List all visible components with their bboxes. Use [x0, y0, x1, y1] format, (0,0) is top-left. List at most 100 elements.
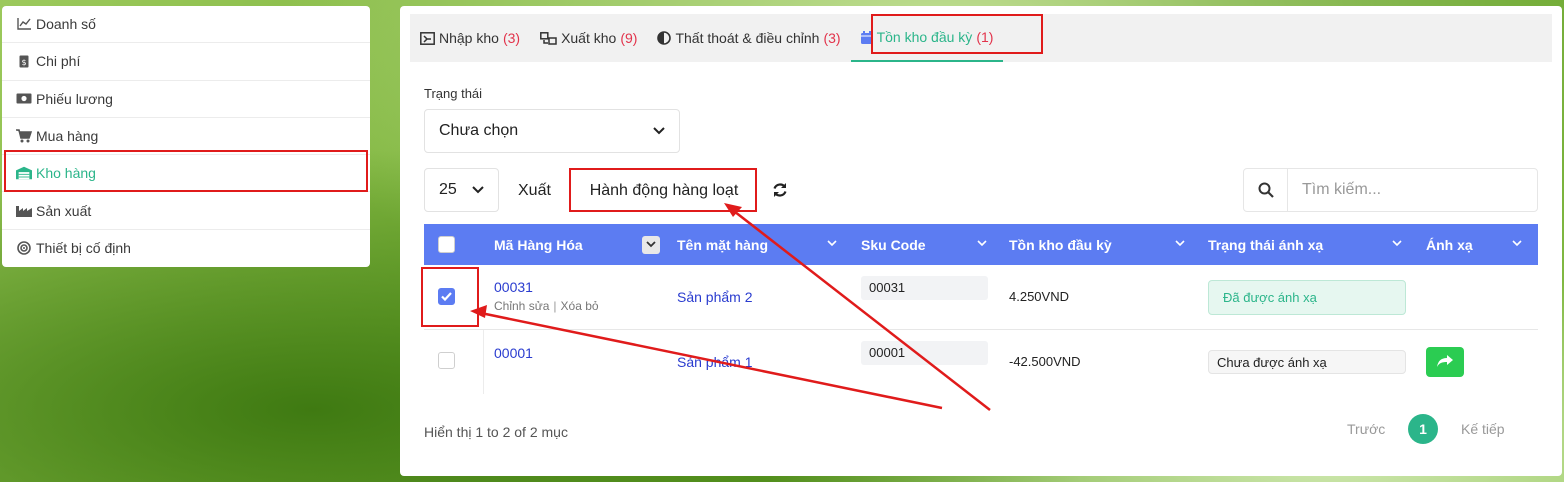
tab-that-thoat[interactable]: Thất thoát & điều chỉnh (3) [647, 14, 850, 62]
column-header-label: Tồn kho đầu kỳ [1009, 236, 1112, 253]
table-header: Mã Hàng Hóa Tên mặt hàng Sku Code Tồn kh… [424, 224, 1538, 265]
half-circle-icon [657, 31, 672, 45]
chevron-down-icon [653, 122, 665, 140]
code-cell: 00001 [494, 345, 533, 361]
tab-nhap-kho[interactable]: Nhập kho (3) [410, 14, 530, 62]
money-icon [16, 91, 32, 107]
tab-label: Xuất kho [561, 30, 617, 46]
tab-label: Thất thoát & điều chỉnh [675, 30, 820, 46]
chevron-down-icon[interactable] [1512, 239, 1522, 250]
column-header-sku[interactable]: Sku Code [861, 224, 993, 265]
tab-count: (3) [823, 30, 841, 46]
map-button[interactable] [1426, 347, 1464, 377]
import-icon [420, 31, 435, 45]
svg-text:$: $ [21, 58, 26, 67]
sidebar-item-doanh-so[interactable]: Doanh số [2, 6, 370, 44]
sidebar: Doanh số $ Chi phí Phiếu lương Mua hàng … [2, 6, 370, 267]
opening-stock: -42.500VND [1009, 354, 1081, 369]
bulk-action-button[interactable]: Hành động hàng loạt [572, 172, 756, 210]
select-all-cell [438, 224, 458, 265]
tab-count: (3) [502, 30, 521, 46]
row-select-cell [438, 288, 455, 308]
tab-bar: Nhập kho (3) Xuất kho (9) Thất thoát & đ… [410, 14, 1552, 62]
row-actions: Chỉnh sửa | Xóa bỏ [494, 299, 599, 313]
export-icon [540, 31, 557, 45]
sidebar-item-label: Sản xuất [36, 202, 92, 219]
cart-icon [16, 128, 32, 144]
status-badge: Chưa được ánh xạ [1208, 350, 1406, 374]
column-header-label: Tên mặt hàng [677, 236, 769, 253]
item-name-link[interactable]: Sản phẩm 1 [677, 354, 753, 370]
column-header-label: Ánh xạ [1426, 236, 1473, 253]
sidebar-item-label: Thiết bị cố định [36, 240, 131, 257]
tab-xuat-kho[interactable]: Xuất kho (9) [530, 14, 647, 62]
status-filter-label: Trạng thái [424, 86, 483, 101]
row-checkbox[interactable] [438, 288, 455, 305]
sku-code: 00001 [861, 341, 988, 365]
select-all-checkbox[interactable] [438, 236, 455, 253]
row-checkbox[interactable] [438, 352, 455, 369]
page-size-value: 25 [439, 181, 457, 198]
share-icon [1437, 354, 1453, 370]
sidebar-item-san-xuat[interactable]: Sản xuất [2, 192, 370, 230]
tab-label: Tồn kho đầu kỳ [876, 29, 973, 45]
column-header-label: Mã Hàng Hóa [494, 236, 583, 253]
invoice-icon: $ [16, 53, 32, 69]
search-input[interactable]: Tìm kiếm... [1288, 181, 1381, 199]
tab-label: Nhập kho [439, 30, 499, 46]
status-filter-select[interactable]: Chưa chọn [424, 109, 680, 153]
sidebar-item-kho-hang[interactable]: Kho hàng [2, 155, 370, 193]
sidebar-item-label: Doanh số [36, 16, 96, 33]
factory-icon [16, 203, 32, 219]
target-icon [16, 240, 32, 256]
chevron-down-icon[interactable] [1175, 239, 1185, 250]
warehouse-icon [16, 165, 32, 181]
sort-icon[interactable] [642, 235, 660, 254]
column-divider [483, 330, 484, 394]
edit-link[interactable]: Chỉnh sửa [494, 299, 549, 313]
sidebar-item-label: Chi phí [36, 53, 81, 70]
tab-count: (9) [620, 30, 638, 46]
current-page-button[interactable]: 1 [1408, 414, 1438, 444]
chevron-down-icon[interactable] [1392, 239, 1402, 250]
column-header-label: Sku Code [861, 236, 926, 253]
sidebar-item-mua-hang[interactable]: Mua hàng [2, 118, 370, 156]
column-header-map-status[interactable]: Trạng thái ánh xạ [1208, 224, 1408, 265]
sidebar-item-label: Kho hàng [36, 165, 96, 182]
sidebar-item-label: Mua hàng [36, 128, 99, 145]
table-row: 00001 Sản phẩm 1 00001 -42.500VND Chưa đ… [424, 330, 1538, 394]
sidebar-item-thiet-bi[interactable]: Thiết bị cố định [2, 230, 370, 267]
chart-line-icon [16, 16, 32, 32]
status-filter-value: Chưa chọn [439, 122, 519, 139]
search-icon [1244, 168, 1288, 212]
sidebar-item-label: Phiếu lương [36, 90, 113, 107]
chevron-down-icon[interactable] [827, 239, 837, 250]
export-button[interactable]: Xuất [518, 176, 551, 206]
chevron-down-icon[interactable] [977, 239, 987, 250]
sidebar-item-phieu-luong[interactable]: Phiếu lương [2, 81, 370, 118]
delete-link[interactable]: Xóa bỏ [561, 299, 599, 313]
column-header-label: Trạng thái ánh xạ [1208, 236, 1324, 253]
sku-code: 00031 [861, 276, 988, 300]
pagination-info: Hiển thị 1 to 2 of 2 mục [424, 424, 568, 440]
item-code-link[interactable]: 00031 [494, 279, 599, 295]
search-box[interactable]: Tìm kiếm... [1243, 168, 1538, 212]
refresh-icon[interactable] [768, 178, 792, 202]
sidebar-item-chi-phi[interactable]: $ Chi phí [2, 43, 370, 81]
status-badge: Đã được ánh xạ [1208, 280, 1406, 315]
tab-count: (1) [976, 29, 994, 45]
item-name-link[interactable]: Sản phẩm 2 [677, 289, 753, 305]
column-header-map[interactable]: Ánh xạ [1426, 224, 1528, 265]
prev-page-button[interactable]: Trước [1347, 421, 1385, 437]
next-page-button[interactable]: Kế tiếp [1461, 421, 1505, 437]
main-panel: Nhập kho (3) Xuất kho (9) Thất thoát & đ… [400, 6, 1562, 476]
code-cell: 00031 Chỉnh sửa | Xóa bỏ [494, 279, 599, 313]
item-code-link[interactable]: 00001 [494, 345, 533, 361]
table-row: 00031 Chỉnh sửa | Xóa bỏ Sản phẩm 2 00031 … [424, 265, 1538, 330]
opening-stock: 4.250VND [1009, 289, 1069, 304]
column-header-stock[interactable]: Tồn kho đầu kỳ [1009, 224, 1191, 265]
column-header-name[interactable]: Tên mặt hàng [677, 224, 843, 265]
column-header-code[interactable]: Mã Hàng Hóa [494, 224, 660, 265]
page-size-select[interactable]: 25 [424, 168, 499, 212]
tab-ton-kho-dau-ky[interactable]: Tồn kho đầu kỳ (1) [850, 14, 1004, 62]
